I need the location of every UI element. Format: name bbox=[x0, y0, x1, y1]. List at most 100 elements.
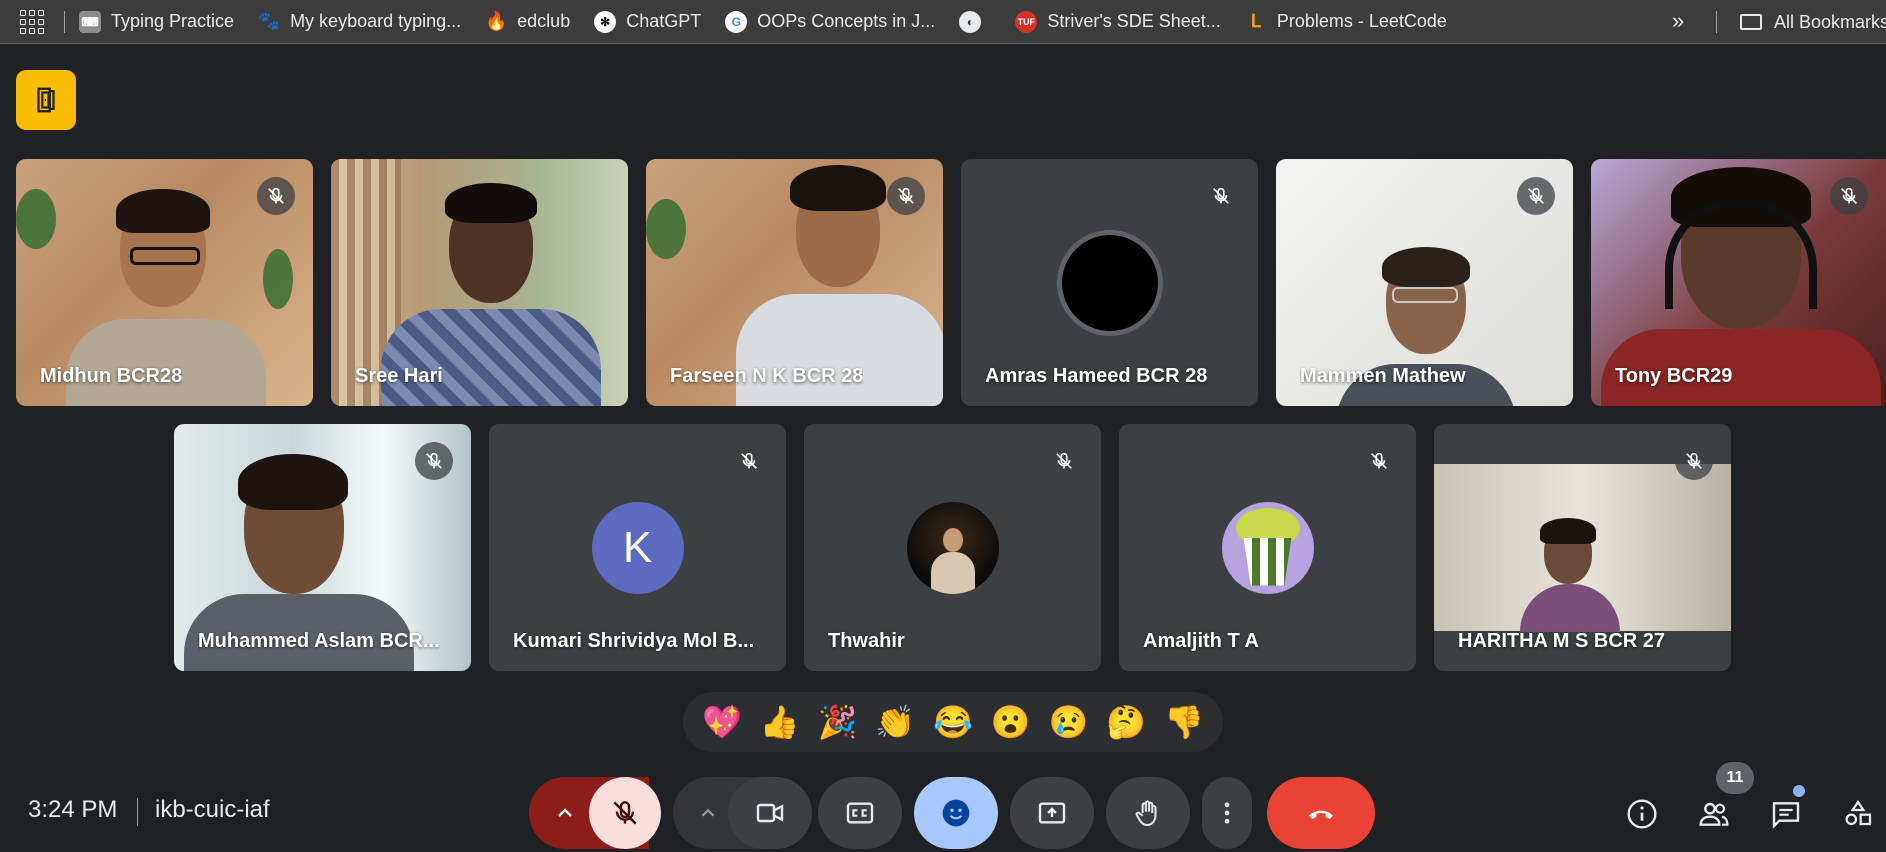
participant-avatar bbox=[906, 501, 999, 594]
participant-tile[interactable]: Amras Hameed BCR 28 bbox=[961, 159, 1258, 406]
bookmark-typing-practice[interactable]: ⌨ Typing Practice bbox=[79, 10, 234, 33]
globe-icon: ◐ bbox=[959, 10, 982, 33]
avatar-letter: K bbox=[622, 522, 653, 572]
meeting-code: ikb-cuic-iaf bbox=[155, 796, 270, 823]
bookmark-edclub[interactable]: 🔥 edclub bbox=[485, 11, 570, 33]
microphone-toggle-button[interactable] bbox=[589, 777, 661, 849]
mic-off-icon bbox=[613, 801, 637, 825]
mic-off-icon bbox=[898, 187, 914, 204]
participant-name: HARITHA M S BCR 27 bbox=[1458, 630, 1666, 652]
reaction-thinking[interactable]: 🤔 bbox=[1102, 703, 1150, 741]
participant-tile[interactable]: Muhammed Aslam BCR... bbox=[174, 424, 471, 671]
folder-icon bbox=[1740, 14, 1762, 30]
mic-off-indicator bbox=[1675, 442, 1713, 480]
participant-tile[interactable]: Farseen N K BCR 28 bbox=[646, 159, 943, 406]
bookmarks-divider bbox=[64, 10, 65, 33]
mic-off-icon bbox=[268, 187, 284, 204]
mic-off-indicator bbox=[1045, 442, 1083, 480]
mic-off-icon bbox=[1686, 452, 1702, 469]
participant-name: Midhun BCR28 bbox=[40, 365, 183, 387]
flame-icon: 🔥 bbox=[484, 11, 508, 31]
participant-avatar bbox=[1056, 229, 1163, 336]
info-icon bbox=[1627, 799, 1657, 829]
chat-button[interactable] bbox=[1766, 794, 1806, 834]
participant-avatar bbox=[1221, 501, 1314, 594]
bookmark-globe[interactable]: ◐ bbox=[959, 10, 991, 33]
mic-off-icon bbox=[1056, 452, 1072, 469]
mic-off-indicator bbox=[257, 177, 295, 215]
participant-tile[interactable]: HARITHA M S BCR 27 bbox=[1434, 424, 1731, 671]
meeting-info-door-icon[interactable] bbox=[16, 70, 76, 130]
more-options-button[interactable] bbox=[1202, 777, 1252, 849]
mic-off-icon bbox=[1528, 187, 1544, 204]
participant-tile[interactable]: Amaljith T A bbox=[1119, 424, 1416, 671]
reaction-thumbs-up[interactable]: 👍 bbox=[756, 703, 804, 741]
reaction-clapping[interactable]: 👏 bbox=[871, 703, 919, 741]
present-screen-button[interactable] bbox=[1010, 777, 1094, 849]
reactions-bar: 💖 👍 🎉 👏 😂 😮 😢 🤔 👎 bbox=[683, 692, 1223, 752]
door-icon bbox=[37, 87, 55, 113]
participant-count-badge: 11 bbox=[1716, 762, 1754, 794]
chevron-up-icon bbox=[558, 808, 572, 817]
leetcode-icon: ᒪ bbox=[1250, 11, 1261, 31]
send-reaction-button[interactable] bbox=[914, 777, 998, 849]
participant-name: Mammen Mathew bbox=[1300, 365, 1466, 387]
reaction-surprised[interactable]: 😮 bbox=[987, 703, 1035, 741]
participant-tile[interactable]: Mammen Mathew bbox=[1276, 159, 1573, 406]
mic-off-indicator bbox=[730, 442, 768, 480]
reaction-party-popper[interactable]: 🎉 bbox=[813, 703, 861, 741]
meeting-details-button[interactable] bbox=[1622, 794, 1662, 834]
bookmark-leetcode[interactable]: ᒪ Problems - LeetCode bbox=[1245, 11, 1447, 33]
footer-divider bbox=[137, 798, 138, 826]
reaction-tears-of-joy[interactable]: 😂 bbox=[929, 703, 977, 741]
leave-call-button[interactable] bbox=[1267, 777, 1375, 849]
keyboard-icon: ⌨ bbox=[79, 10, 101, 33]
people-icon bbox=[1699, 802, 1729, 826]
bookmarks-divider bbox=[1716, 11, 1717, 33]
present-screen-icon bbox=[1038, 802, 1066, 824]
captions-button[interactable] bbox=[818, 777, 902, 849]
more-vert-icon bbox=[1224, 802, 1230, 824]
participant-tile[interactable]: Sree Hari bbox=[331, 159, 628, 406]
participant-tile[interactable]: Tony BCR29 bbox=[1591, 159, 1886, 406]
camera-toggle-button[interactable] bbox=[728, 777, 812, 849]
bookmark-oops-concepts[interactable]: G OOPs Concepts in J... bbox=[725, 10, 935, 33]
participant-name: Farseen N K BCR 28 bbox=[670, 365, 864, 387]
mic-off-indicator bbox=[1517, 177, 1555, 215]
participant-name: Amaljith T A bbox=[1143, 630, 1259, 652]
bookmark-keyboard-typing[interactable]: 🐾 My keyboard typing... bbox=[258, 11, 461, 33]
hand-icon bbox=[1135, 800, 1157, 827]
participant-name: Sree Hari bbox=[355, 365, 443, 387]
raise-hand-button[interactable] bbox=[1106, 777, 1190, 849]
mic-off-indicator bbox=[887, 177, 925, 215]
mic-off-indicator bbox=[1830, 177, 1868, 215]
reaction-crying[interactable]: 😢 bbox=[1044, 703, 1092, 741]
activities-button[interactable] bbox=[1838, 794, 1878, 834]
mic-off-icon bbox=[1371, 452, 1387, 469]
reaction-thumbs-down[interactable]: 👎 bbox=[1160, 703, 1208, 741]
participant-name: Thwahir bbox=[828, 630, 905, 652]
shapes-icon bbox=[1845, 799, 1872, 826]
bookmarks-overflow-button[interactable]: » bbox=[1672, 8, 1684, 34]
participant-name: Kumari Shrividya Mol B... bbox=[513, 630, 755, 652]
apps-grid-icon[interactable] bbox=[20, 9, 44, 34]
participant-name: Tony BCR29 bbox=[1615, 365, 1733, 387]
google-icon: G bbox=[725, 10, 748, 33]
reaction-sparkling-heart[interactable]: 💖 bbox=[698, 703, 746, 741]
participant-name: Amras Hameed BCR 28 bbox=[985, 365, 1208, 387]
bookmark-striver-sheet[interactable]: TUF Striver's SDE Sheet... bbox=[1015, 10, 1221, 33]
participant-name: Muhammed Aslam BCR... bbox=[198, 630, 440, 652]
mic-off-icon bbox=[1213, 187, 1229, 204]
all-bookmarks-button[interactable]: All Bookmarks bbox=[1740, 0, 1886, 44]
participant-tile[interactable]: Midhun BCR28 bbox=[16, 159, 313, 406]
mic-off-indicator bbox=[415, 442, 453, 480]
people-button[interactable] bbox=[1694, 794, 1734, 834]
unread-dot bbox=[1793, 785, 1805, 797]
participant-tile[interactable]: K Kumari Shrividya Mol B... bbox=[489, 424, 786, 671]
mic-off-icon bbox=[1841, 187, 1857, 204]
chatgpt-icon: ✻ bbox=[594, 10, 617, 33]
paw-icon: 🐾 bbox=[257, 11, 281, 31]
participant-tile[interactable]: Thwahir bbox=[804, 424, 1101, 671]
mic-off-indicator bbox=[1360, 442, 1398, 480]
bookmark-chatgpt[interactable]: ✻ ChatGPT bbox=[594, 10, 701, 33]
